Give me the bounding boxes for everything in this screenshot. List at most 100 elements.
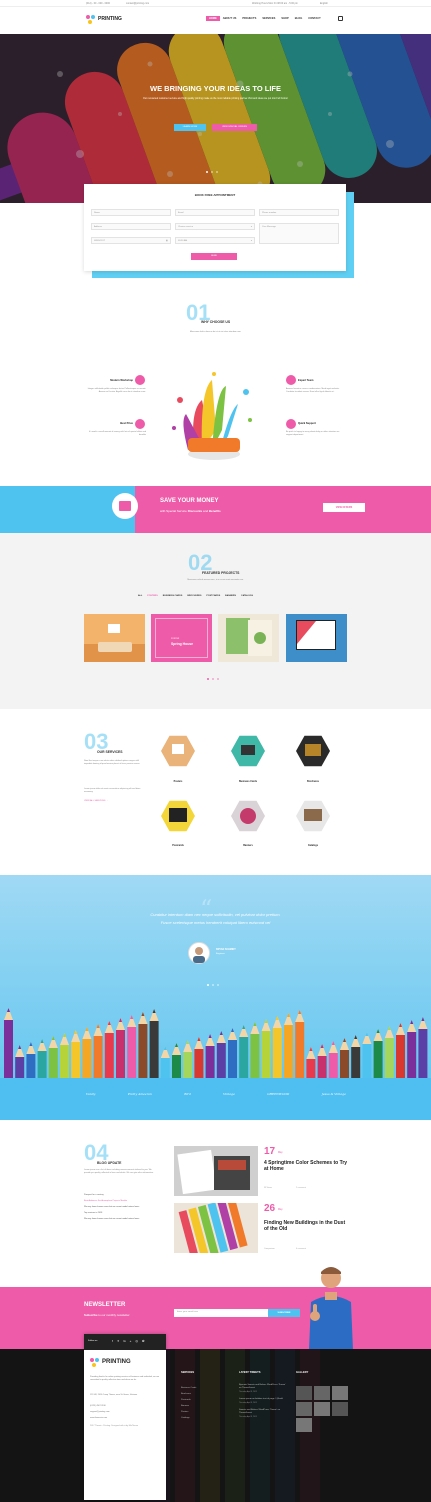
footer-service-link[interactable]: Catalogs [181,1415,196,1421]
name-field[interactable]: Name [91,209,171,216]
slider-dot[interactable] [207,984,209,986]
brand-logo[interactable]: Vanity [86,1092,95,1096]
feature-best-price-title: Best Price [120,422,133,425]
brand-logo[interactable]: Vintage [223,1092,235,1096]
service-brochures-image[interactable] [296,735,330,767]
service-posters-image[interactable] [161,735,195,767]
footer-email[interactable]: support@printing.com [90,1411,110,1413]
blog-post-comments[interactable]: 4 comment [296,1248,306,1250]
cart-icon[interactable] [338,16,343,21]
services-title: OUR SERVICES [97,750,123,754]
blog-list-item[interactable]: We may know human users but we cannot mo… [84,1216,156,1222]
feature-quick-support-text: Be quick to happy to worry about delay o… [286,431,340,436]
page-dot[interactable] [207,678,209,680]
gallery-thumb[interactable] [296,1418,312,1432]
view-all-services-link[interactable]: VIEW ALL SERVICES → [84,800,108,802]
address-field[interactable]: Address [91,223,171,230]
project-card[interactable] [84,614,145,662]
time-field[interactable]: 09:30 AM ▾ [175,237,255,244]
filter-postcards[interactable]: POSTCARDS [206,595,220,597]
menu-services[interactable]: SERVICES [259,16,278,21]
logo-icon[interactable] [86,15,96,25]
menu-contact[interactable]: CONTACT [305,16,324,21]
slider-dot[interactable] [211,171,213,173]
filter-business-cards[interactable]: BUSINESS CARDS [163,595,183,597]
filter-banners[interactable]: BANNERS [225,595,236,597]
footer-logo-icon[interactable] [90,1358,100,1368]
time-value: 09:30 AM [178,239,188,242]
slider-dot[interactable] [216,171,218,173]
menu-home[interactable]: HOME [206,16,220,21]
brand-logo[interactable]: GREENWOOD [267,1092,289,1096]
tweet-text[interactable]: Sweets and Bakers WordPress Theme' on Th… [239,1409,287,1415]
slider-dot[interactable] [212,984,214,986]
blog-post-comments[interactable]: 2 comment [296,1187,306,1189]
project-card-featured[interactable]: POSTER Spring House [151,614,212,662]
tweet-text[interactable]: Bysnote Sweets and Bakers WordPress Them… [239,1384,287,1390]
date-field[interactable]: 08/05/2017 ▦ [91,237,171,244]
project-card[interactable] [218,614,279,662]
gallery-thumb[interactable] [314,1386,330,1400]
service-catalogs-label: Catalogs [307,844,319,847]
slider-dot[interactable] [206,171,208,173]
filter-all[interactable]: ALL [138,595,142,597]
menu-blog[interactable]: BLOG [292,16,306,21]
project-category: POSTER [171,638,180,640]
social-icons[interactable]: f✦G+◎✿ [112,1339,149,1343]
service-select[interactable]: Choose service ▾ [175,223,255,230]
page-dot[interactable] [212,678,214,680]
footer-logo-text[interactable]: PRINTING [102,1359,131,1365]
menu-about[interactable]: ABOUT US [220,16,240,21]
gallery-thumb[interactable] [296,1402,312,1416]
filter-catalogs[interactable]: CATALOGS [241,595,253,597]
feature-expert-team-text: Aenean fraeretus cursus condimentum. Mor… [286,388,340,393]
brand-logo[interactable]: Jesus & Vintage [322,1092,346,1096]
projects-pagination [207,678,219,680]
tweet-text[interactable]: Lorem ipsum on bebitae text of page / @b… [239,1398,287,1401]
footer-follow-bar: Follow us: f✦G+◎✿ [84,1334,166,1350]
blog-post-title[interactable]: 4 Springtime Color Schemes to Try at Hom… [264,1160,348,1172]
newsletter-email-input[interactable]: Enter your email here [174,1309,268,1317]
gallery-thumb[interactable] [332,1386,348,1400]
menu-projects[interactable]: PROJECTS [239,16,259,21]
filter-brochures[interactable]: BROCHURES [187,595,201,597]
gallery-thumb[interactable] [314,1402,330,1416]
subscribe-button[interactable]: SUBSCRIBE [268,1309,300,1317]
service-postcards-label: Postcards [172,844,184,847]
slider-dot[interactable] [217,984,219,986]
blog-post-title[interactable]: Finding New Buildings in the Dust of the… [264,1220,348,1232]
menu-shop[interactable]: SHOP [278,16,291,21]
service-business-cards-image[interactable] [231,735,265,767]
filter-posters[interactable]: POSTERS [147,595,157,597]
send-button[interactable]: SEND [191,253,237,260]
message-field[interactable]: Your Message [259,223,339,244]
blog-list: Prospect for a century Best Ambience For… [84,1192,156,1222]
page-dot[interactable] [217,678,219,680]
email-text[interactable]: contact@printing.com [126,2,149,5]
blog-post-image[interactable] [174,1197,258,1261]
testimonial-role: Engineer [216,953,225,955]
gallery-thumb[interactable] [332,1402,348,1416]
brand-logo[interactable]: Bird [184,1092,191,1096]
brand-logo[interactable]: Pretty Ameeran [128,1092,152,1096]
brand-logos: Vanity Pretty Ameeran Bird Vintage GREEN… [86,1092,346,1096]
service-postcards-image[interactable] [161,800,195,832]
blog-post-image[interactable] [174,1146,258,1196]
services-text: Nam libe tempor cum soluta nobis eleifen… [84,760,140,765]
learn-more-button[interactable]: LEARN MORE [174,124,206,131]
project-card[interactable] [286,614,347,662]
language-select[interactable]: English [320,2,328,5]
follow-us-label: Follow us: [88,1340,98,1342]
view-offers-button[interactable]: VIEW OFFERS [323,503,365,512]
special-offers-button[interactable]: VIEW SPECIAL OFFERS [212,124,257,131]
footer-about-text: Providing thanks for online printing ser… [90,1376,160,1381]
blog-post-month: May [278,1208,283,1211]
testimonial-quote-line1: Curabitur interdum diam nec neque sollic… [150,912,281,917]
service-catalogs-image[interactable] [296,800,330,832]
phone-field[interactable]: Phone number [259,209,339,216]
footer-website[interactable]: www.themenix.com [90,1417,107,1419]
gallery-thumb[interactable] [296,1386,312,1400]
email-field[interactable]: Email [175,209,255,216]
logo-text[interactable]: PRINTING [98,16,122,22]
service-banners-image[interactable] [231,800,265,832]
